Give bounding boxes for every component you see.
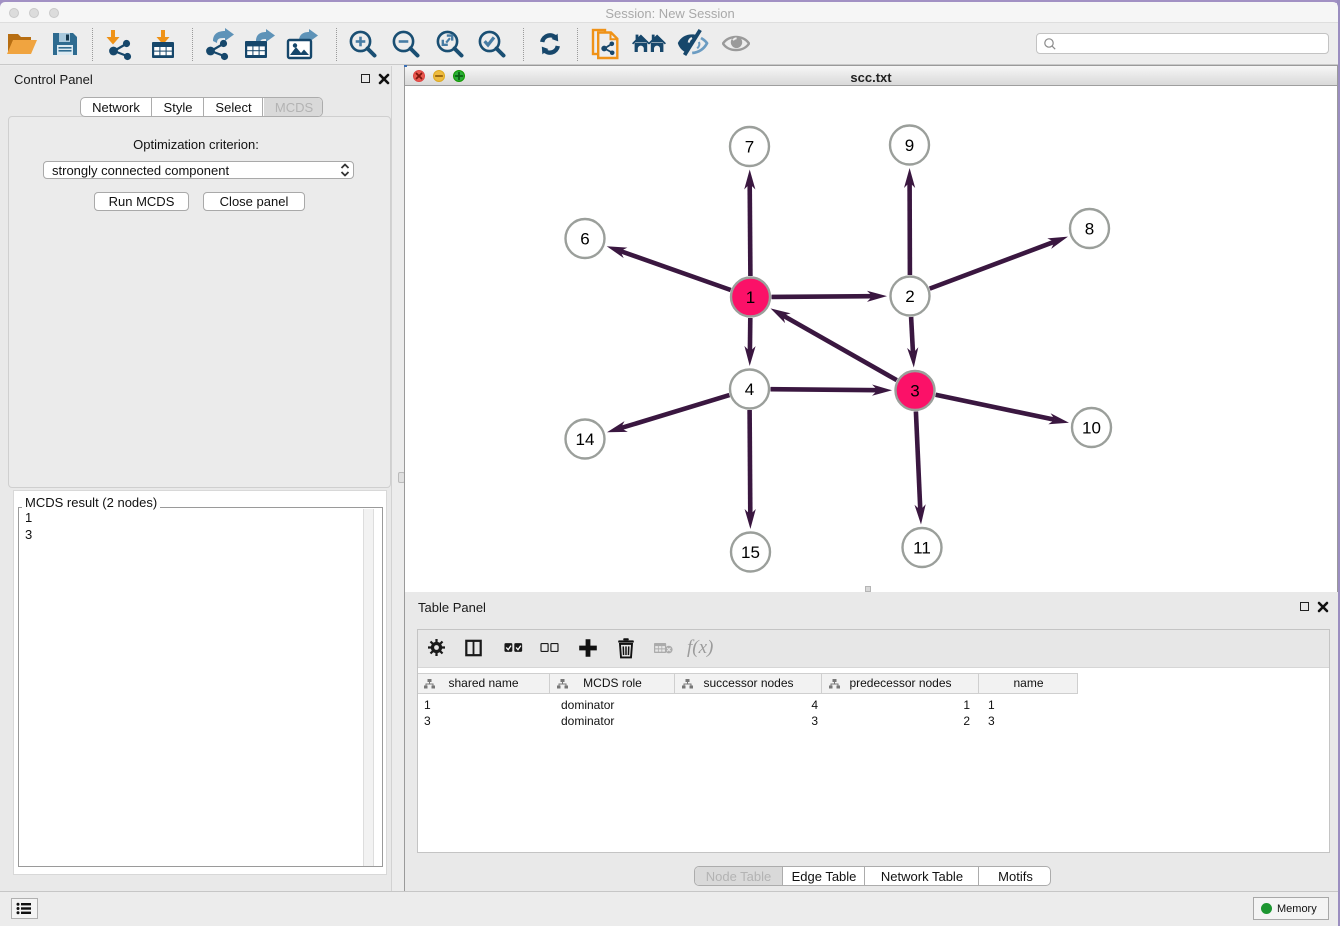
svg-text:15: 15	[741, 543, 760, 562]
svg-text:10: 10	[1082, 419, 1101, 438]
svg-text:8: 8	[1085, 220, 1094, 239]
svg-text:11: 11	[913, 539, 931, 558]
svg-text:2: 2	[905, 287, 914, 306]
svg-text:3: 3	[910, 382, 919, 401]
svg-text:14: 14	[576, 430, 595, 449]
svg-text:6: 6	[580, 230, 589, 249]
svg-text:4: 4	[745, 380, 754, 399]
svg-text:1: 1	[746, 288, 755, 307]
svg-text:7: 7	[745, 138, 754, 157]
svg-text:9: 9	[905, 136, 914, 155]
